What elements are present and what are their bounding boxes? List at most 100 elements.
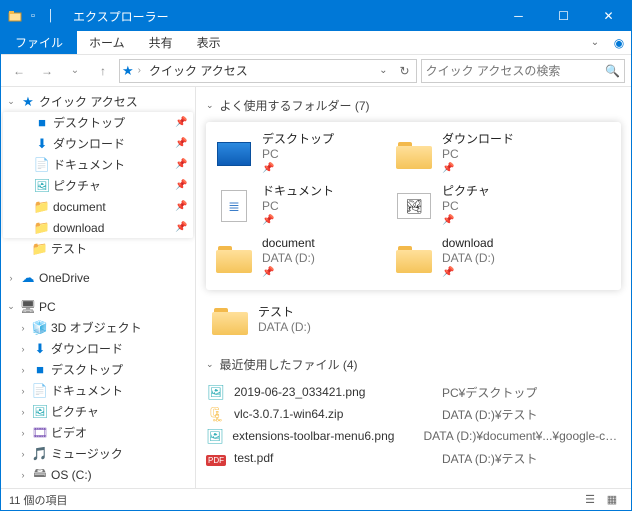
chevron-right-icon[interactable]: › (17, 344, 29, 354)
pin-icon: 📌 (175, 180, 193, 191)
history-dropdown-icon[interactable]: ⌄ (63, 59, 87, 83)
folder-item[interactable]: ≣ドキュメントPC📌 (210, 180, 390, 232)
pin-icon: 📌 (262, 163, 334, 176)
nav-item-icon: 🎞 (32, 425, 48, 441)
chevron-right-icon[interactable]: › (17, 449, 29, 459)
folder-icon (7, 8, 23, 24)
nav-item[interactable]: ›🧊3D オブジェクト (1, 317, 195, 338)
chevron-right-icon[interactable]: › (17, 470, 29, 480)
nav-item[interactable]: ⬇ダウンロード📌 (3, 133, 193, 154)
nav-item-icon: 🖼 (32, 404, 48, 420)
help-icon[interactable]: ◉ (607, 31, 631, 54)
nav-item[interactable]: 📁document📌 (3, 196, 193, 217)
chevron-right-icon[interactable]: › (17, 407, 29, 417)
file-location: DATA (D:)¥テスト (442, 406, 538, 423)
nav-item[interactable]: 🖼ピクチャ📌 (3, 175, 193, 196)
nav-pane[interactable]: ⌄ ★ クイック アクセス ■デスクトップ📌⬇ダウンロード📌📄ドキュメント📌🖼ピ… (1, 87, 196, 488)
file-location: DATA (D:)¥document¥...¥google-chrome (423, 429, 621, 443)
up-button[interactable]: ↑ (91, 59, 115, 83)
file-row[interactable]: 🖼extensions-toolbar-menu6.pngDATA (D:)¥d… (206, 425, 621, 447)
nav-item-label: 3D オブジェクト (51, 319, 195, 336)
recent-files: 🖼2019-06-23_033421.pngPC¥デスクトップ🗜vlc-3.0.… (206, 381, 621, 469)
tab-file[interactable]: ファイル (1, 31, 77, 54)
folder-item[interactable]: 🏞ピクチャPC📌 (390, 180, 570, 232)
content-pane[interactable]: ⌄ よく使用するフォルダー (7) デスクトップPC📌⬇ダウンロードPC📌≣ドキ… (196, 87, 631, 488)
folder-item[interactable]: documentDATA (D:)📌 (210, 232, 390, 284)
chevron-down-icon[interactable]: ⌄ (206, 100, 214, 111)
nav-item[interactable]: ›🖴OS (C:) (1, 464, 195, 485)
address-dropdown-icon[interactable]: ⌄ (375, 65, 391, 76)
file-name: test.pdf (234, 451, 434, 465)
nav-item-icon: 🧊 (32, 320, 48, 336)
chevron-right-icon[interactable]: › (5, 273, 17, 283)
chevron-right-icon[interactable]: › (17, 323, 29, 333)
address-field[interactable]: ★ › クイック アクセス ⌄ ↻ (119, 59, 417, 83)
breadcrumb[interactable]: クイック アクセス (145, 62, 252, 79)
folder-item[interactable]: デスクトップPC📌 (210, 128, 390, 180)
qat-pin-icon[interactable]: ▫ (25, 8, 41, 24)
nav-item[interactable]: ›🖼ピクチャ (1, 401, 195, 422)
nav-item[interactable]: 📁download📌 (3, 217, 193, 238)
chevron-down-icon[interactable]: ⌄ (5, 96, 17, 107)
folder-item[interactable]: ⬇ダウンロードPC📌 (390, 128, 570, 180)
section-frequent[interactable]: ⌄ よく使用するフォルダー (7) (206, 97, 621, 114)
nav-label: クイック アクセス (39, 93, 195, 110)
chevron-right-icon[interactable]: › (17, 428, 29, 438)
file-row[interactable]: 🖼2019-06-23_033421.pngPC¥デスクトップ (206, 381, 621, 403)
nav-item-icon: 📁 (32, 241, 48, 257)
nav-onedrive[interactable]: › ☁ OneDrive (1, 267, 195, 288)
pin-icon: 📌 (262, 267, 315, 280)
maximize-button[interactable]: ☐ (541, 1, 586, 31)
nav-item[interactable]: 📄ドキュメント📌 (3, 154, 193, 175)
search-input[interactable] (426, 64, 605, 78)
folder-name: download (442, 236, 495, 251)
nav-item[interactable]: ■デスクトップ📌 (3, 112, 193, 133)
file-row[interactable]: PDFtest.pdfDATA (D:)¥テスト (206, 447, 621, 469)
nav-quick-access[interactable]: ⌄ ★ クイック アクセス (1, 91, 195, 112)
file-location: PC¥デスクトップ (442, 384, 537, 401)
view-details-icon[interactable]: ☰ (579, 493, 601, 506)
search-box[interactable]: 🔍 (421, 59, 625, 83)
section-recent[interactable]: ⌄ 最近使用したファイル (4) (206, 356, 621, 373)
folder-location: DATA (D:) (262, 251, 315, 266)
search-icon[interactable]: 🔍 (605, 64, 620, 78)
folder-name: デスクトップ (262, 132, 334, 147)
chevron-right-icon[interactable]: › (17, 386, 29, 396)
nav-item[interactable]: ›🎵ミュージック (1, 443, 195, 464)
nav-item-label: ドキュメント (53, 156, 172, 173)
section-title: 最近使用したファイル (4) (220, 356, 358, 373)
file-name: 2019-06-23_033421.png (234, 385, 434, 399)
view-large-icons-icon[interactable]: ▦ (601, 493, 623, 506)
chevron-down-icon[interactable]: ⌄ (206, 359, 214, 370)
folder-item[interactable]: テストDATA (D:) (206, 294, 386, 346)
nav-item[interactable]: ›📄ドキュメント (1, 380, 195, 401)
refresh-icon[interactable]: ↻ (396, 64, 414, 78)
forward-button[interactable]: → (35, 59, 59, 83)
file-row[interactable]: 🗜 vlc-3.0.7.1-win64.zip DATA (D:)¥テスト (206, 403, 621, 425)
file-location: DATA (D:)¥テスト (442, 450, 538, 467)
nav-item[interactable]: 📁テスト (1, 238, 195, 259)
tab-view[interactable]: 表示 (185, 31, 233, 54)
tab-home[interactable]: ホーム (77, 31, 137, 54)
folder-item[interactable]: downloadDATA (D:)📌 (390, 232, 570, 284)
nav-item[interactable]: ›■デスクトップ (1, 359, 195, 380)
back-button[interactable]: ← (7, 59, 31, 83)
titlebar[interactable]: ▫ │ エクスプローラー ─ ☐ ✕ (1, 1, 631, 31)
file-name: vlc-3.0.7.1-win64.zip (234, 407, 434, 421)
minimize-button[interactable]: ─ (496, 1, 541, 31)
nav-pc[interactable]: ⌄ 🖥 PC (1, 296, 195, 317)
nav-item-label: ダウンロード (51, 340, 195, 357)
chevron-down-icon[interactable]: ⌄ (5, 301, 17, 312)
file-icon: 🗜 (206, 406, 226, 423)
nav-item[interactable]: ›🎞ビデオ (1, 422, 195, 443)
folder-icon (210, 300, 250, 340)
ribbon-collapse-icon[interactable]: ⌄ (583, 31, 607, 54)
nav-item-label: ミュージック (51, 445, 195, 462)
close-button[interactable]: ✕ (586, 1, 631, 31)
chevron-right-icon[interactable]: › (17, 365, 29, 375)
nav-item[interactable]: ›⬇ダウンロード (1, 338, 195, 359)
chevron-right-icon[interactable]: › (138, 65, 141, 76)
folder-name: ドキュメント (262, 184, 334, 199)
tab-share[interactable]: 共有 (137, 31, 185, 54)
folder-location: PC (262, 147, 334, 162)
